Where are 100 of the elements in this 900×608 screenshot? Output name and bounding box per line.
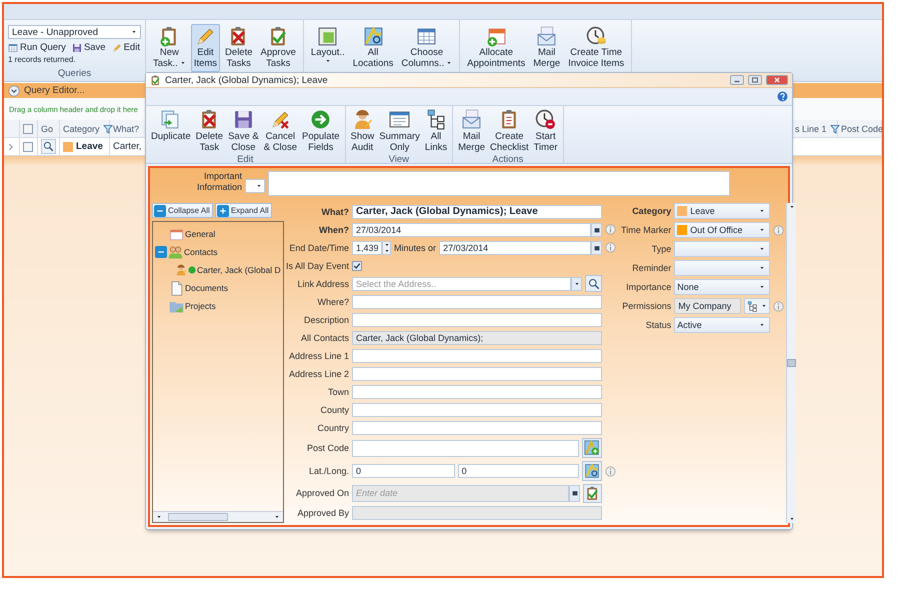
scrollbar-thumb[interactable] — [787, 359, 796, 367]
calendar-button[interactable] — [591, 240, 602, 254]
dropdown-button[interactable] — [245, 179, 265, 193]
minutes-field[interactable]: 1,439 — [352, 240, 382, 254]
maximize-button[interactable] — [748, 75, 762, 85]
query-editor-toggle[interactable]: Query Editor... — [24, 85, 85, 96]
map-add-button[interactable] — [582, 438, 602, 458]
text-field[interactable] — [352, 366, 602, 380]
date-field[interactable]: 27/03/2014 — [439, 240, 592, 254]
ribbon-button[interactable]: All Locations — [350, 24, 396, 72]
toolbar-button[interactable]: Summary Only — [377, 109, 422, 154]
field-label: Country — [316, 422, 350, 432]
ribbon-button[interactable]: Edit Items — [190, 24, 220, 72]
toolbar-button[interactable]: Duplicate — [149, 109, 193, 143]
tree-item[interactable]: General — [185, 229, 216, 239]
column-header[interactable]: What? — [113, 124, 140, 134]
date-field[interactable]: Enter date — [352, 484, 570, 502]
text-field[interactable] — [352, 402, 602, 416]
ribbon-button[interactable]: Create Time Invoice Items — [565, 24, 628, 72]
minimize-button[interactable] — [730, 75, 744, 85]
select-field[interactable]: Leave — [674, 203, 770, 219]
field-label: Permissions — [621, 301, 672, 311]
coordinate-field[interactable]: 0 — [352, 464, 455, 478]
checkbox[interactable] — [352, 260, 362, 270]
column-header[interactable]: s Line 1 — [795, 124, 827, 134]
date-field[interactable]: 27/03/2014 — [352, 222, 592, 236]
vertical-scrollbar[interactable] — [786, 203, 796, 523]
ribbon-button[interactable]: Choose Columns.. — [398, 24, 456, 72]
column-header[interactable]: Go — [41, 124, 54, 134]
select-field[interactable] — [674, 260, 770, 276]
collapse-all-button[interactable]: Collapse All — [152, 203, 213, 218]
scrollbar-thumb[interactable] — [168, 513, 228, 521]
toolbar-button[interactable]: Save & Close — [226, 109, 261, 154]
field-label: Where? — [316, 296, 350, 306]
tree-item[interactable]: Projects — [185, 301, 216, 311]
readonly-field[interactable]: Carter, Jack (Global Dynamics); — [352, 330, 602, 344]
toolbar-button[interactable]: Mail Merge — [456, 109, 488, 154]
tree-item[interactable]: Contacts — [184, 247, 218, 257]
search-icon — [43, 141, 54, 152]
select-field[interactable] — [674, 241, 770, 257]
text-field[interactable] — [352, 312, 602, 326]
group-label: View — [388, 154, 410, 165]
tree-item[interactable]: Documents — [185, 283, 228, 293]
ribbon-button[interactable]: Allocate Appointments — [464, 24, 528, 72]
search-button[interactable] — [41, 139, 56, 154]
horizontal-scrollbar[interactable] — [153, 511, 283, 522]
select-field[interactable]: Out Of Office — [674, 222, 770, 238]
group-label: Queries — [56, 68, 92, 79]
field-label: Description — [303, 314, 350, 324]
query-action[interactable]: Edit — [112, 42, 140, 53]
toolbar-button[interactable]: Start Timer — [532, 109, 560, 154]
query-action[interactable]: Run Query — [8, 42, 66, 53]
ribbon-button[interactable]: Layout.. — [308, 24, 348, 65]
permissions-button[interactable] — [744, 298, 770, 314]
spin-button[interactable] — [382, 240, 392, 254]
ribbon-button[interactable]: Mail Merge — [530, 24, 564, 72]
select-all-checkbox[interactable] — [23, 124, 33, 134]
toolbar-button[interactable]: Delete Task — [194, 109, 226, 154]
approve-button[interactable] — [583, 484, 602, 502]
coordinate-field[interactable]: 0 — [458, 464, 580, 478]
caret-icon — [131, 30, 137, 34]
close-icon — [774, 77, 780, 83]
text-field[interactable] — [352, 348, 602, 362]
help-icon[interactable] — [777, 91, 788, 102]
clipboard-check-icon — [585, 486, 600, 500]
close-button[interactable] — [766, 75, 788, 85]
row-checkbox[interactable] — [23, 142, 33, 152]
tree-item[interactable]: Carter, Jack (Global D — [197, 265, 281, 275]
toolbar-button[interactable]: Show Audit — [348, 109, 376, 154]
calendar-button[interactable] — [569, 484, 580, 502]
text-field[interactable]: Carter, Jack (Global Dynamics); Leave — [352, 204, 602, 218]
toolbar-button[interactable]: Cancel & Close — [262, 109, 299, 154]
field-label: Status — [644, 320, 672, 330]
map-search-button[interactable] — [582, 461, 602, 481]
toolbar-button[interactable]: Create Checklist — [488, 109, 531, 154]
important-info-field[interactable] — [268, 171, 730, 196]
select-field[interactable]: Active — [674, 317, 770, 333]
text-field[interactable] — [352, 420, 602, 434]
toolbar-button[interactable]: All Links — [422, 109, 450, 154]
ribbon-button[interactable]: New Task.. — [150, 24, 189, 72]
dropdown-button[interactable] — [571, 276, 582, 290]
search-button[interactable] — [585, 275, 602, 292]
expand-all-button[interactable]: Expand All — [214, 203, 272, 218]
select-field[interactable]: None — [674, 279, 770, 295]
text-field[interactable] — [352, 440, 580, 456]
column-header[interactable]: Category — [63, 124, 100, 134]
text-field[interactable] — [352, 294, 602, 308]
query-select[interactable]: Leave - Unapproved — [8, 25, 141, 39]
text-field[interactable] — [352, 384, 602, 398]
field-label: Importance — [625, 282, 672, 292]
address-combo[interactable]: Select the Address.. — [352, 276, 572, 290]
readonly-field[interactable] — [352, 506, 602, 520]
query-action[interactable]: Save — [72, 42, 106, 53]
caret-icon — [788, 205, 795, 209]
ribbon-button[interactable]: Approve Tasks — [258, 24, 299, 72]
collapse-toggle[interactable] — [155, 246, 167, 258]
envelope-icon — [536, 26, 558, 47]
toolbar-button[interactable]: Populate Fields — [300, 109, 342, 154]
ribbon-button[interactable]: Delete Tasks — [222, 24, 256, 72]
calendar-button[interactable] — [591, 222, 602, 236]
